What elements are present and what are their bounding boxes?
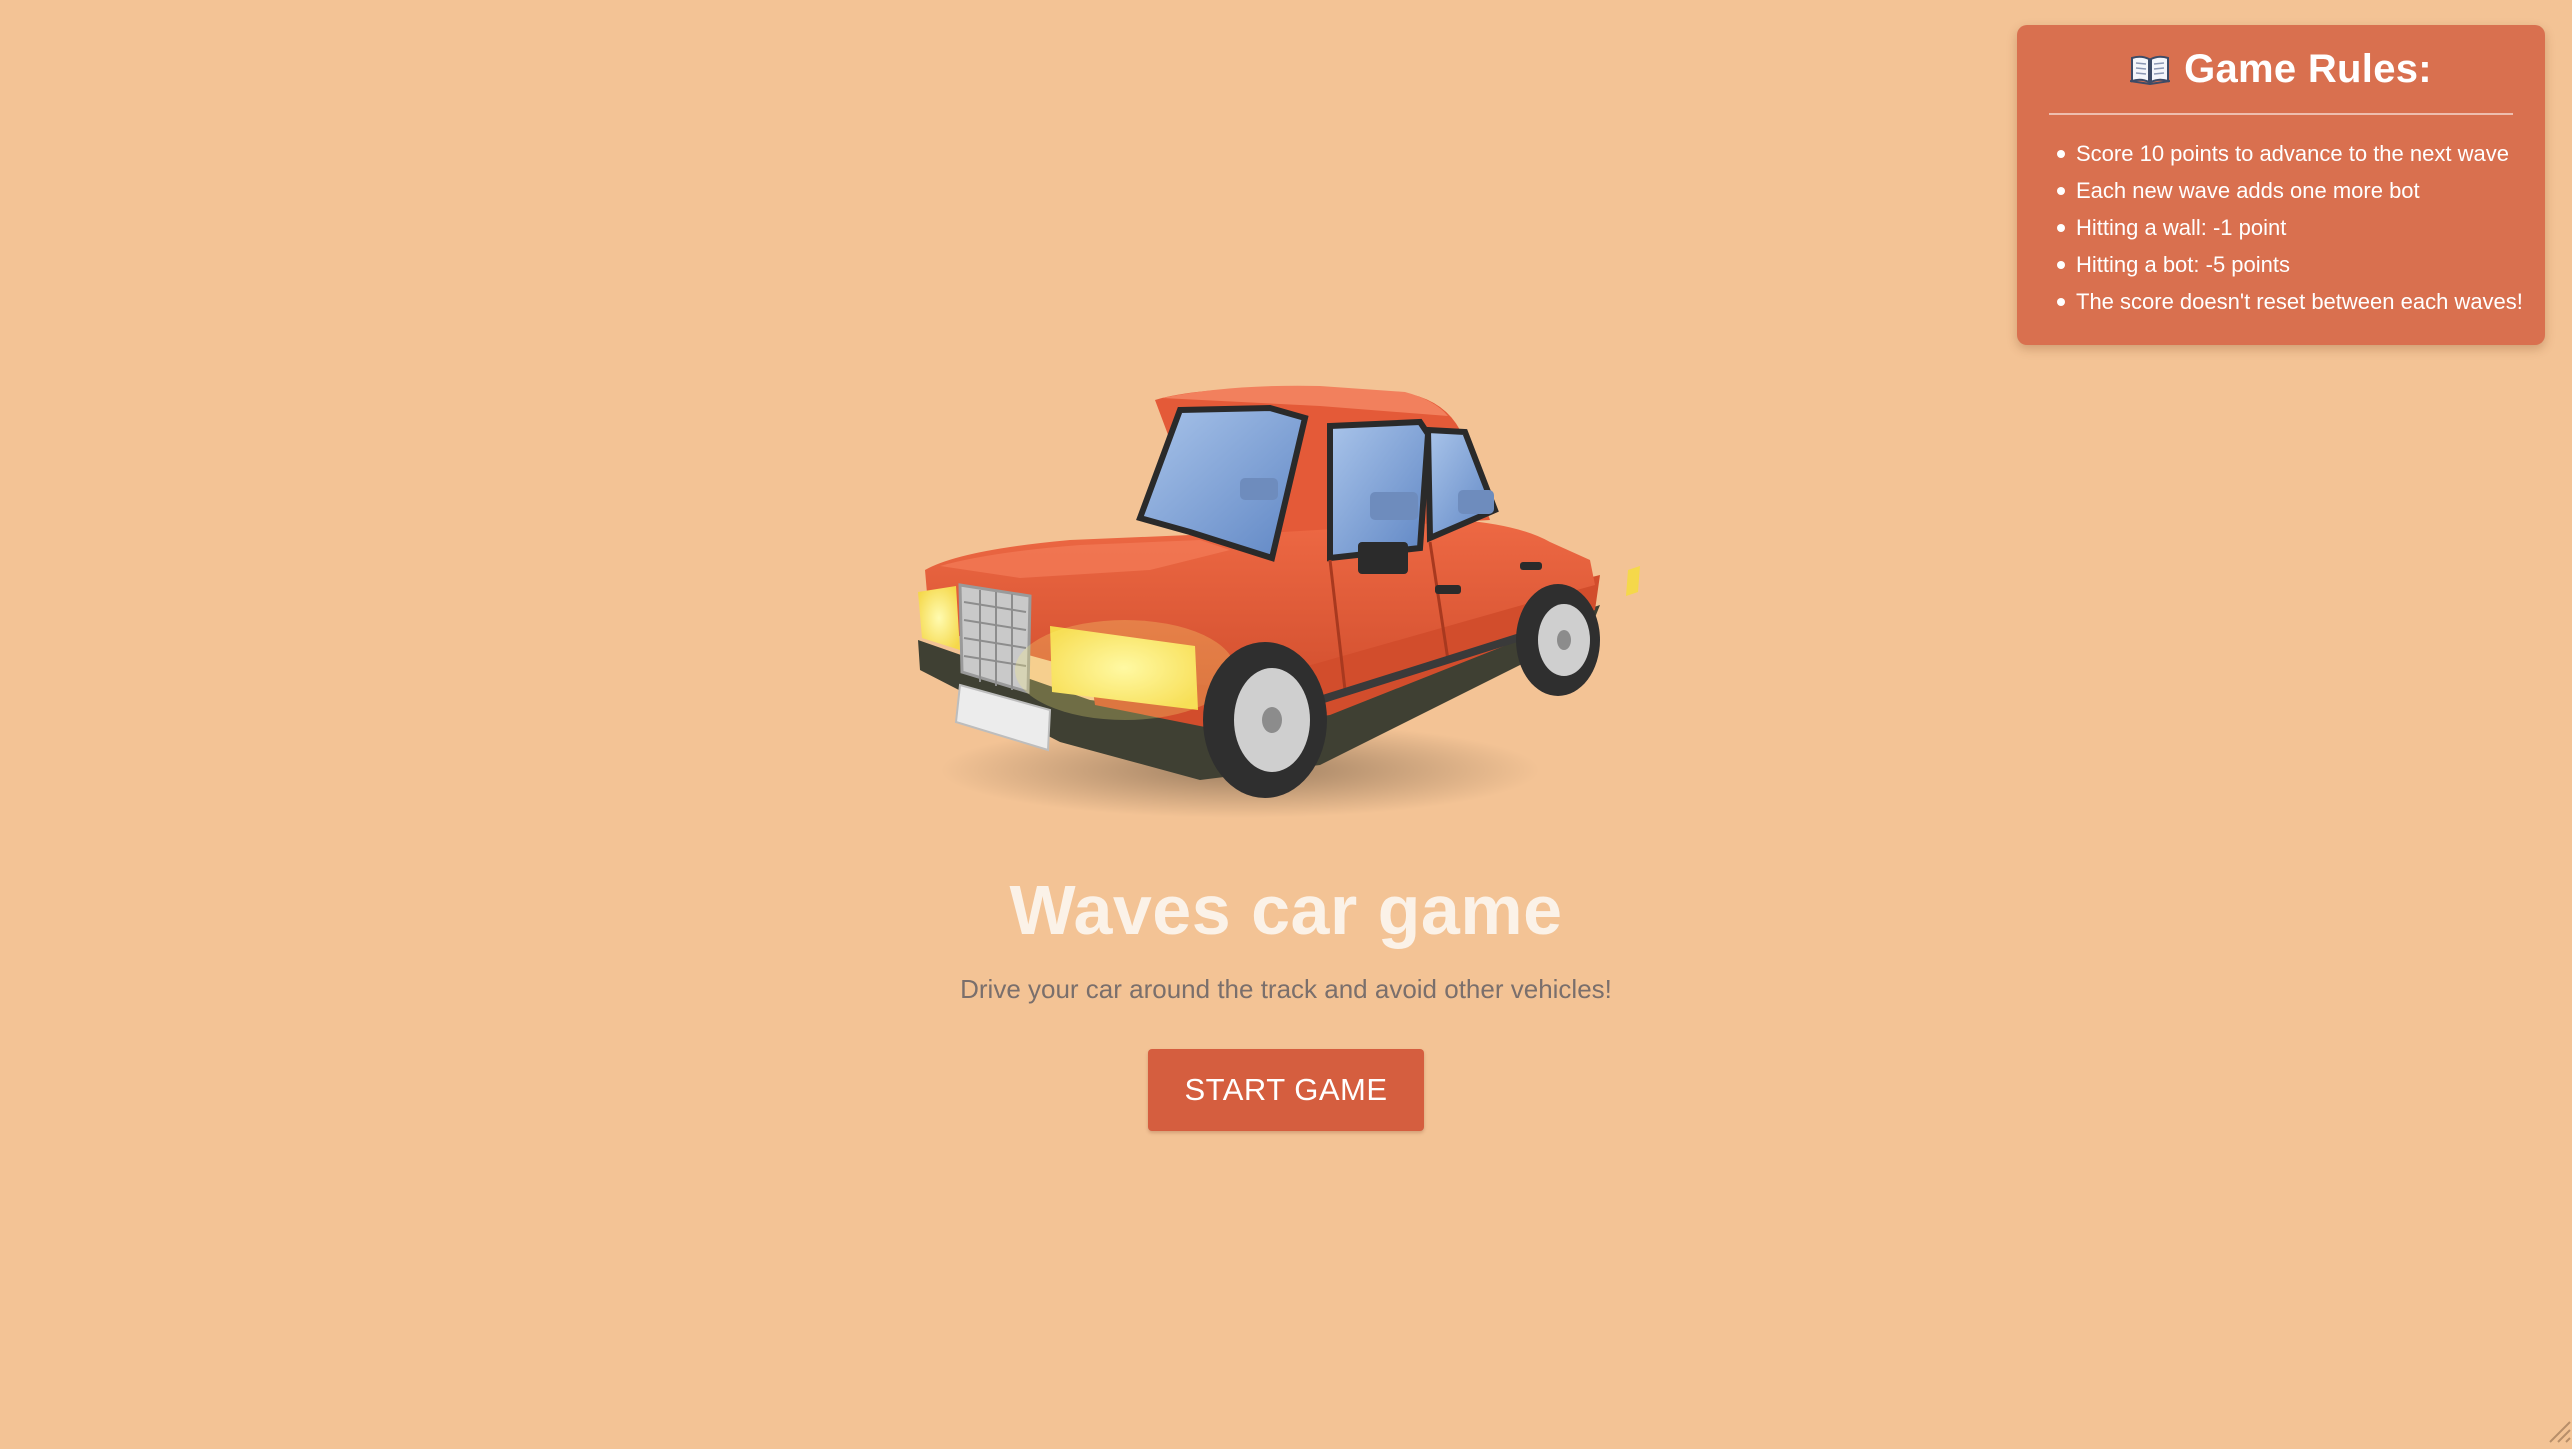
rule-item: Score 10 points to advance to the next w… <box>2049 135 2513 172</box>
bullet-icon <box>2057 224 2065 232</box>
rules-list: Score 10 points to advance to the next w… <box>2049 135 2523 320</box>
rules-title: Game Rules: <box>2184 46 2432 91</box>
rule-text: Hitting a bot: -5 points <box>2076 252 2291 277</box>
rule-item: Each new wave adds one more bot <box>2049 172 2513 209</box>
rules-header: Game Rules: <box>2049 47 2513 91</box>
rule-item: Hitting a wall: -1 point <box>2049 209 2513 246</box>
rule-text: The score doesn't reset between each wav… <box>2076 289 2523 314</box>
bullet-icon <box>2057 298 2065 306</box>
car-illustration <box>900 370 1660 830</box>
rule-text: Hitting a wall: -1 point <box>2076 215 2287 240</box>
rule-item: The score doesn't reset between each wav… <box>2049 283 2523 320</box>
game-rules-panel: Game Rules: Score 10 points to advance t… <box>2017 25 2545 345</box>
bullet-icon <box>2057 261 2065 269</box>
rule-item: Hitting a bot: -5 points <box>2049 246 2513 283</box>
bullet-icon <box>2057 187 2065 195</box>
rule-text: Score 10 points to advance to the next w… <box>2076 141 2509 166</box>
open-book-icon <box>2129 53 2171 86</box>
rules-divider <box>2049 113 2513 115</box>
resize-grip-icon[interactable] <box>2544 1416 2572 1444</box>
start-game-button[interactable]: START GAME <box>1148 1049 1424 1131</box>
rule-text: Each new wave adds one more bot <box>2076 178 2420 203</box>
bullet-icon <box>2057 150 2065 158</box>
game-subtitle: Drive your car around the track and avoi… <box>960 974 1612 1004</box>
game-title: Waves car game <box>1009 871 1563 949</box>
